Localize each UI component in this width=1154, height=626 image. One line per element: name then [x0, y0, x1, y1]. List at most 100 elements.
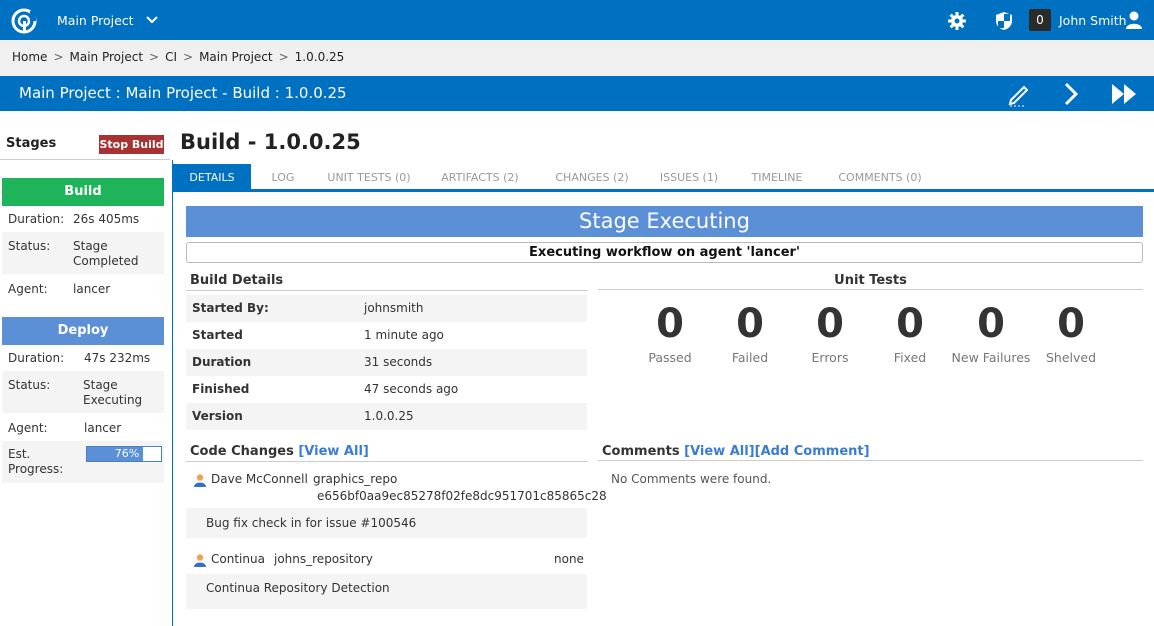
- build-detail-row: Started By: johnsmith: [186, 295, 587, 322]
- status-value: Stage Completed: [73, 239, 139, 268]
- duration-label: Duration:: [8, 351, 65, 365]
- page-title-bar: Main Project : Main Project - Build : 1.…: [0, 76, 1154, 111]
- breadcrumb-project[interactable]: Main Project: [70, 50, 144, 64]
- change-message: Bug fix check in for issue #100546: [206, 516, 416, 530]
- tab-issues[interactable]: ISSUES (1): [656, 164, 722, 189]
- duration-value: 26s 405ms: [73, 212, 140, 226]
- workflow-status-message: Executing workflow on agent 'lancer': [186, 242, 1143, 263]
- unit-test-label: Errors: [811, 350, 849, 365]
- unit-test-count: 0: [816, 301, 844, 347]
- change-repository: johns_repository: [274, 552, 373, 566]
- build-detail-value: 1.0.0.25: [364, 409, 414, 423]
- build-detail-key: Started: [192, 328, 243, 342]
- unit-test-label: New Failures: [951, 350, 1031, 365]
- build-detail-row: Duration 31 seconds: [186, 349, 587, 376]
- run-fast-forward-icon[interactable]: [1110, 81, 1140, 107]
- panel-divider: [172, 160, 173, 626]
- status-value: Stage Executing: [83, 378, 143, 407]
- comments-view-all-link[interactable]: [View All]: [684, 444, 755, 459]
- progress-bar-fill: 76%: [87, 447, 144, 461]
- gear-icon[interactable]: [947, 11, 967, 31]
- unit-tests-heading: Unit Tests: [834, 273, 907, 288]
- breadcrumb-home[interactable]: Home: [12, 50, 47, 64]
- tab-details[interactable]: DETAILS: [173, 164, 251, 189]
- stage-build-agent-row: Agent: lancer: [2, 274, 164, 302]
- build-detail-value: 31 seconds: [364, 355, 433, 369]
- project-selector-label[interactable]: Main Project: [57, 13, 134, 28]
- progress-label: Est. Progress:: [8, 447, 64, 476]
- agent-value: lancer: [73, 282, 111, 296]
- top-nav-bar: Main Project 0 John Smith: [0, 0, 1154, 40]
- breadcrumb-separator: >: [278, 50, 289, 64]
- unit-test-stat-new-failures: 0 New Failures: [946, 298, 1036, 365]
- build-detail-row: Started 1 minute ago: [186, 322, 587, 349]
- tab-changes[interactable]: CHANGES (2): [550, 164, 634, 189]
- build-detail-key: Finished: [192, 382, 250, 396]
- notification-count-badge[interactable]: 0: [1029, 9, 1051, 31]
- code-changes-view-all-link[interactable]: [View All]: [298, 444, 369, 459]
- user-avatar-icon: [194, 474, 206, 487]
- tab-artifacts[interactable]: ARTIFACTS (2): [438, 164, 522, 189]
- issue-link[interactable]: #100546: [360, 516, 416, 530]
- breadcrumb-separator: >: [149, 50, 160, 64]
- user-icon[interactable]: [1124, 10, 1144, 30]
- tab-bar: DETAILS LOG UNIT TESTS (0) ARTIFACTS (2)…: [172, 164, 1154, 192]
- breadcrumb-separator: >: [53, 50, 64, 64]
- tab-log[interactable]: LOG: [260, 164, 306, 189]
- agent-label: Agent:: [8, 421, 48, 435]
- unit-test-label: Shelved: [1045, 350, 1097, 365]
- unit-test-label: Fixed: [893, 350, 927, 365]
- build-detail-key: Version: [192, 409, 243, 423]
- comments-title: Comments: [602, 444, 680, 459]
- edit-pencil-icon[interactable]: [1006, 81, 1032, 107]
- change-revision[interactable]: e656bf0aa9ec85278f02fe8dc951701c85865c28: [317, 489, 607, 503]
- change-message: Continua Repository Detection: [206, 581, 390, 595]
- agent-label: Agent:: [8, 282, 48, 296]
- stage-status-banner: Stage Executing: [186, 206, 1143, 237]
- stages-heading: Stages: [6, 136, 57, 151]
- unit-test-count: 0: [896, 301, 924, 347]
- divider: [598, 460, 1143, 461]
- shield-icon[interactable]: [995, 11, 1013, 31]
- build-detail-key: Duration: [192, 355, 252, 369]
- user-name[interactable]: John Smith: [1059, 13, 1127, 28]
- unit-test-label: Failed: [731, 350, 769, 365]
- tab-comments[interactable]: COMMENTS (0): [834, 164, 926, 189]
- divider: [598, 289, 1143, 290]
- build-detail-row: Finished 47 seconds ago: [186, 376, 587, 403]
- page-title: Main Project : Main Project - Build : 1.…: [19, 84, 347, 102]
- run-play-icon[interactable]: [1058, 81, 1084, 107]
- build-title: Build - 1.0.0.25: [180, 130, 361, 154]
- build-detail-key: Started By:: [192, 301, 269, 315]
- change-author: Dave McConnell: [211, 472, 308, 486]
- change-message-text: Bug fix check in for issue: [206, 516, 361, 530]
- comments-heading: Comments [View All][Add Comment]: [602, 444, 870, 459]
- breadcrumb-ci[interactable]: CI: [165, 50, 177, 64]
- chevron-down-icon[interactable]: [144, 12, 160, 28]
- tab-timeline[interactable]: TIMELINE: [746, 164, 808, 189]
- stage-deploy-header[interactable]: Deploy: [2, 317, 164, 345]
- unit-test-label: Passed: [648, 350, 692, 365]
- stage-deploy-status-row: Status: Stage Executing: [2, 371, 164, 413]
- status-label: Status:: [8, 239, 51, 253]
- add-comment-link[interactable]: [Add Comment]: [755, 444, 870, 459]
- build-detail-value: 1 minute ago: [364, 328, 444, 342]
- build-details-heading: Build Details: [190, 273, 284, 288]
- change-repository: graphics_repo: [313, 472, 398, 486]
- breadcrumb-configuration[interactable]: Main Project: [199, 50, 273, 64]
- tab-unit-tests[interactable]: UNIT TESTS (0): [324, 164, 414, 189]
- stop-build-button[interactable]: Stop Build: [99, 135, 164, 154]
- divider: [186, 461, 588, 462]
- build-detail-value: johnsmith: [364, 301, 424, 315]
- user-avatar-icon: [194, 554, 206, 567]
- unit-test-stat-passed: 0 Passed: [630, 298, 710, 365]
- unit-test-stat-fixed: 0 Fixed: [870, 298, 950, 365]
- continua-logo-icon[interactable]: [10, 7, 38, 35]
- change-revision: none: [554, 552, 584, 566]
- divider: [186, 290, 588, 291]
- code-changes-title: Code Changes: [190, 444, 294, 459]
- breadcrumb-build[interactable]: 1.0.0.25: [295, 50, 345, 64]
- stage-build-header[interactable]: Build: [2, 178, 164, 206]
- unit-test-stat-shelved: 0 Shelved: [1031, 298, 1111, 365]
- stage-deploy-progress-row: Est. Progress: 76%: [2, 441, 164, 483]
